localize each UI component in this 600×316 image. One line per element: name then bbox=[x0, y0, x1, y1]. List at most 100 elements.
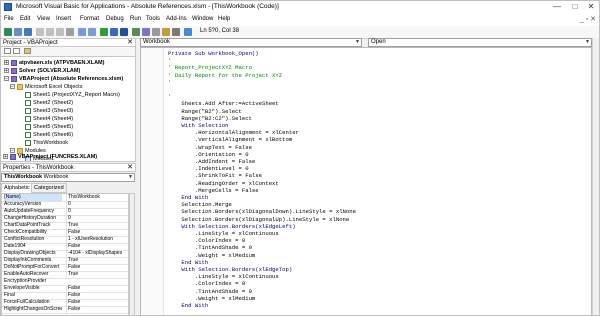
paste-icon[interactable] bbox=[56, 28, 64, 36]
code-line[interactable]: .VerticalAlignment = xlBottom bbox=[168, 136, 292, 143]
tree-item-solver[interactable]: + Solver (SOLVER.XLAM) bbox=[4, 67, 80, 75]
chevron-down-icon[interactable]: ▼ bbox=[128, 174, 133, 181]
view-object-icon[interactable] bbox=[13, 48, 20, 54]
tree-item-thisworkbook[interactable]: ThisWorkbook bbox=[25, 139, 68, 147]
tree-item-sheet6[interactable]: Sheet6 (Sheet6) bbox=[25, 131, 73, 139]
collapse-icon[interactable]: − bbox=[4, 76, 9, 82]
copy-icon[interactable] bbox=[46, 28, 54, 36]
tree-item-funcres[interactable]: + VBAProject (FUNCRES.XLAM) bbox=[3, 153, 97, 161]
code-line[interactable]: ' bbox=[168, 57, 171, 64]
code-line[interactable]: .MergeCells = False bbox=[168, 187, 259, 194]
save-icon[interactable] bbox=[24, 28, 32, 36]
code-line[interactable]: ' bbox=[168, 93, 171, 100]
property-value[interactable]: 0 bbox=[66, 215, 128, 222]
chevron-down-icon[interactable]: ▼ bbox=[355, 39, 360, 46]
menu-run[interactable]: Run bbox=[130, 16, 141, 22]
object-selector[interactable]: ThisWorkbook Workbook ▼ bbox=[1, 173, 135, 182]
code-line[interactable]: Private Sub Workbook_Open() bbox=[168, 50, 259, 57]
expand-icon[interactable]: + bbox=[3, 154, 8, 160]
code-line[interactable]: .Weight = xlMedium bbox=[168, 252, 255, 259]
property-value[interactable]: False bbox=[66, 299, 128, 306]
tab-categorized[interactable]: Categorized bbox=[31, 183, 67, 193]
code-line[interactable]: .WrapText = False bbox=[168, 144, 252, 151]
menu-help[interactable]: Help bbox=[218, 16, 230, 22]
property-value[interactable]: 0 bbox=[66, 201, 128, 208]
menu-format[interactable]: Format bbox=[80, 16, 99, 22]
expand-icon[interactable]: + bbox=[4, 60, 9, 66]
toolbox-icon[interactable] bbox=[172, 28, 180, 36]
property-value[interactable]: 1 - xlUserResolution bbox=[66, 236, 128, 243]
object-dropdown[interactable]: Workbook ▼ bbox=[140, 38, 362, 47]
code-line[interactable]: .ColorIndex = 0 bbox=[168, 280, 245, 287]
cut-icon[interactable] bbox=[36, 28, 44, 36]
property-value[interactable]: False bbox=[66, 264, 128, 271]
tree-item-sheet3[interactable]: Sheet3 (Sheet3) bbox=[25, 107, 73, 115]
menu-view[interactable]: View bbox=[37, 16, 50, 22]
tree-item-sheet2[interactable]: Sheet2 (Sheet2) bbox=[25, 99, 73, 107]
property-value[interactable]: False bbox=[66, 306, 128, 313]
insert-module-icon[interactable] bbox=[14, 28, 22, 36]
code-line[interactable]: .ReadingOrder = xlContext bbox=[168, 180, 279, 187]
code-line[interactable]: .ShrinkToFit = False bbox=[168, 172, 262, 179]
menu-edit[interactable]: Edit bbox=[20, 16, 30, 22]
property-value[interactable]: True bbox=[66, 257, 128, 264]
menu-debug[interactable]: Debug bbox=[106, 16, 124, 22]
tree-item-sheet4[interactable]: Sheet4 (Sheet4) bbox=[25, 115, 73, 123]
view-code-icon[interactable] bbox=[4, 48, 11, 54]
redo-icon[interactable] bbox=[88, 28, 96, 36]
code-line[interactable]: ' Daily Report for the Project XYZ bbox=[168, 72, 282, 79]
object-browser-icon[interactable] bbox=[162, 28, 170, 36]
reset-icon[interactable] bbox=[120, 28, 128, 36]
code-line[interactable]: .TintAndShade = 0 bbox=[168, 244, 252, 251]
code-line[interactable]: .TintAndShade = 0 bbox=[168, 288, 252, 295]
property-row[interactable]: HighlightChangesOnScreen False bbox=[2, 306, 128, 314]
undo-icon[interactable] bbox=[78, 28, 86, 36]
procedure-dropdown[interactable]: Open ▼ bbox=[368, 38, 592, 47]
property-value[interactable]: -4104 - xlDisplayShapes bbox=[66, 250, 128, 257]
project-explorer-close-button[interactable]: ✕ bbox=[127, 39, 133, 47]
property-value[interactable]: False bbox=[66, 285, 128, 292]
properties-scrollbar[interactable] bbox=[129, 193, 135, 316]
code-line[interactable]: ' bbox=[168, 79, 171, 86]
code-line[interactable]: .Orientation = 0 bbox=[168, 151, 249, 158]
collapse-icon[interactable]: − bbox=[10, 84, 15, 90]
property-value[interactable]: False bbox=[66, 292, 128, 299]
code-line[interactable]: .HorizontalAlignment = xlCenter bbox=[168, 129, 299, 136]
code-line[interactable]: With Selection bbox=[168, 122, 228, 129]
project-explorer-icon[interactable] bbox=[142, 28, 150, 36]
tree-item-atpvbaen[interactable]: + atpvbaen.xls (ATPVBAEN.XLAM) bbox=[4, 59, 104, 67]
code-vertical-scrollbar[interactable] bbox=[592, 38, 600, 316]
property-value[interactable]: True bbox=[66, 271, 128, 278]
code-line[interactable]: .LineStyle = xlContinuous bbox=[168, 230, 279, 237]
code-line[interactable]: End With bbox=[168, 194, 208, 201]
menu-window[interactable]: Window bbox=[192, 16, 213, 22]
code-line[interactable]: .AddIndent = False bbox=[168, 158, 255, 165]
minimize-button[interactable]: — bbox=[548, 0, 566, 14]
menu-file[interactable]: File bbox=[4, 16, 14, 22]
code-line[interactable]: .ColorIndex = 0 bbox=[168, 237, 245, 244]
view-excel-icon[interactable] bbox=[4, 28, 12, 36]
properties-window-icon[interactable] bbox=[152, 28, 160, 36]
property-value[interactable]: True bbox=[66, 222, 128, 229]
code-line[interactable]: End With bbox=[168, 259, 208, 266]
menu-tools[interactable]: Tools bbox=[146, 16, 160, 22]
chevron-down-icon[interactable]: ▼ bbox=[585, 39, 590, 46]
tree-folder-excel-objects[interactable]: − Microsoft Excel Objects bbox=[10, 83, 82, 91]
property-value[interactable]: False bbox=[66, 229, 128, 236]
property-value[interactable]: ThisWorkbook bbox=[66, 194, 128, 201]
tree-item-vbaproject-absolute-references[interactable]: − VBAProject (Absolute References.xlsm) bbox=[4, 75, 123, 83]
tab-alphabetic[interactable]: Alphabetic bbox=[1, 183, 33, 193]
code-line[interactable]: Selection.Borders(xlDiagonalUp).LineStyl… bbox=[168, 216, 349, 223]
code-margin[interactable] bbox=[141, 48, 164, 315]
property-value[interactable]: False bbox=[66, 243, 128, 250]
menu-insert[interactable]: Insert bbox=[56, 16, 71, 22]
code-line[interactable]: Selection.Merge bbox=[168, 201, 231, 208]
code-line[interactable]: Range("B2:C2").Select bbox=[168, 115, 252, 122]
properties-close-button[interactable]: ✕ bbox=[127, 164, 133, 172]
code-line[interactable]: .Weight = xlMedium bbox=[168, 295, 255, 302]
run-icon[interactable] bbox=[100, 28, 108, 36]
help-icon[interactable] bbox=[184, 28, 192, 36]
code-line[interactable]: Range("B2").Select bbox=[168, 108, 241, 115]
code-line[interactable]: With Selection.Borders(xlEdgeTop) bbox=[168, 266, 292, 273]
expand-icon[interactable]: + bbox=[4, 68, 9, 74]
